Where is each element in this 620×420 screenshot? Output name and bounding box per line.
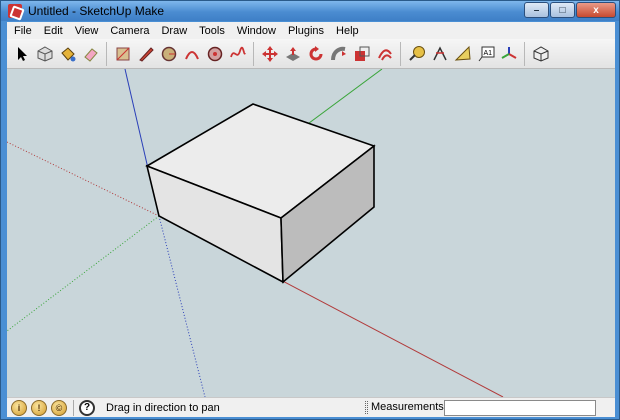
paint-bucket-tool[interactable] (56, 42, 79, 66)
axes-icon (501, 46, 516, 59)
move-icon (261, 45, 278, 62)
title-bar[interactable]: Untitled - SketchUp Make – □ x (1, 1, 619, 21)
tape-measure-icon (408, 45, 425, 61)
copyright-icon[interactable]: © (51, 399, 67, 416)
menu-draw[interactable]: Draw (154, 25, 192, 37)
select-tool[interactable] (10, 42, 33, 66)
menu-camera[interactable]: Camera (103, 25, 154, 37)
menu-edit[interactable]: Edit (37, 25, 68, 37)
offset-tool[interactable] (373, 42, 396, 66)
arc-icon (184, 50, 199, 59)
text-tool-label: A1 (483, 50, 492, 57)
panel-grip[interactable] (365, 401, 368, 414)
circle-icon (161, 46, 176, 61)
menu-help[interactable]: Help (329, 25, 364, 37)
push-pull-tool[interactable] (281, 42, 304, 66)
freehand-tool[interactable] (226, 42, 249, 66)
component-icon (37, 45, 52, 62)
text-label-icon: A1 (478, 46, 494, 61)
blue-axis-dotted (158, 215, 206, 397)
toolbar-separator (400, 41, 401, 66)
offset-icon (377, 48, 392, 60)
menu-bar: File Edit View Camera Draw Tools Window … (7, 22, 615, 39)
move-tool[interactable] (258, 42, 281, 66)
arrow-cursor-icon (17, 46, 27, 61)
text-tool[interactable]: A1 (474, 42, 497, 66)
minimize-button[interactable]: – (524, 2, 549, 18)
freehand-icon (229, 46, 246, 57)
status-separator (73, 399, 74, 416)
rotate-tool[interactable] (304, 42, 327, 66)
arc-tool[interactable] (180, 42, 203, 66)
polygon-icon (207, 46, 222, 61)
menu-tools[interactable]: Tools (192, 25, 230, 37)
window-title: Untitled - SketchUp Make (28, 4, 165, 18)
menu-window[interactable]: Window (230, 25, 281, 37)
scale-icon (354, 46, 369, 61)
tape-measure-tool[interactable] (405, 42, 428, 66)
menu-file[interactable]: File (7, 25, 37, 37)
window-controls: – □ x (523, 2, 616, 18)
green-axis-line (300, 69, 383, 130)
polygon-tool[interactable] (203, 42, 226, 66)
main-toolbar: A1 (7, 39, 615, 69)
dimension-tool[interactable] (428, 42, 451, 66)
paint-bucket-icon (60, 46, 75, 61)
sketchup-window: Untitled - SketchUp Make – □ x File Edit… (0, 0, 620, 420)
sketchup-logo-icon (8, 4, 22, 18)
make-component-tool[interactable] (33, 42, 56, 66)
status-bar: i ! © ? Drag in direction to pan Measure… (7, 397, 615, 417)
rectangle-icon (116, 47, 129, 60)
model-viewport[interactable] (7, 69, 615, 397)
measurements-label: Measurements (371, 401, 444, 413)
credits-icon[interactable]: ! (31, 399, 47, 416)
push-pull-icon (285, 46, 300, 61)
toolbar-separator (524, 41, 525, 66)
geo-location-icon[interactable]: i (11, 399, 27, 416)
pencil-icon (138, 46, 154, 62)
toolbar-separator (106, 41, 107, 66)
3d-text-tool[interactable] (529, 42, 552, 66)
eraser-tool[interactable] (79, 42, 102, 66)
red-axis-dotted (7, 141, 160, 217)
protractor-tool[interactable] (451, 42, 474, 66)
3d-text-icon (533, 45, 548, 62)
protractor-icon (454, 45, 471, 61)
maximize-button[interactable]: □ (550, 2, 575, 18)
help-icon[interactable]: ? (79, 399, 95, 416)
measurements-input[interactable] (444, 400, 596, 416)
rectangle-tool[interactable] (111, 42, 134, 66)
green-axis-dotted (7, 215, 160, 332)
rotate-icon (309, 45, 322, 60)
follow-me-tool[interactable] (327, 42, 350, 66)
toolbar-separator (253, 41, 254, 66)
close-button[interactable]: x (576, 2, 616, 18)
eraser-icon (83, 47, 98, 62)
scene-canvas (7, 69, 504, 397)
axes-tool[interactable] (497, 42, 520, 66)
dimension-icon (432, 45, 447, 60)
line-tool[interactable] (134, 42, 157, 66)
follow-me-icon (330, 46, 346, 60)
scale-tool[interactable] (350, 42, 373, 66)
status-message: Drag in direction to pan (106, 401, 220, 414)
menu-plugins[interactable]: Plugins (281, 25, 329, 37)
menu-view[interactable]: View (68, 25, 104, 37)
circle-tool[interactable] (157, 42, 180, 66)
